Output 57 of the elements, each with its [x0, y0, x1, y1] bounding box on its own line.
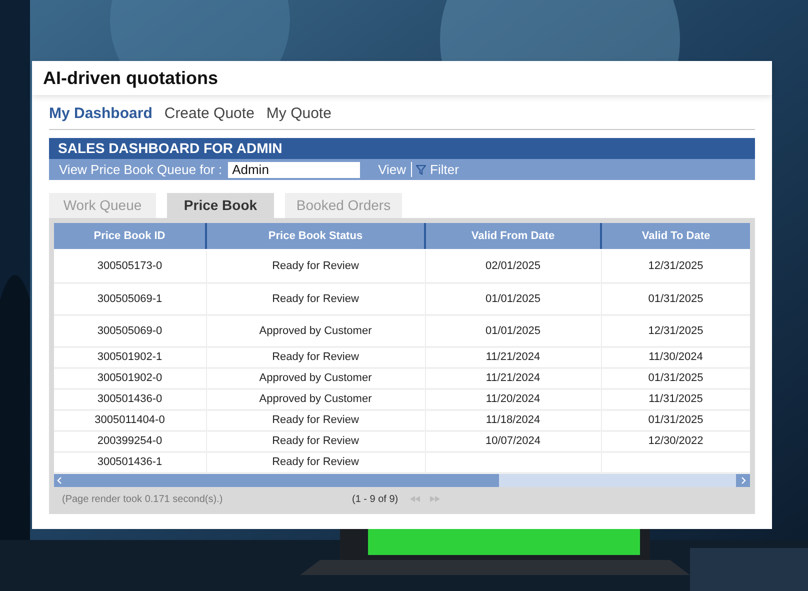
scroll-right-button[interactable] — [736, 474, 750, 487]
table-cell: 10/07/2024 — [425, 431, 601, 452]
table-cell: 300501436-1 — [54, 452, 206, 473]
nav-tab[interactable]: Create Quote — [164, 102, 254, 125]
table-cell: 11/30/2024 — [601, 347, 750, 368]
table-cell: 3005011404-0 — [54, 410, 206, 431]
table-cell: Ready for Review — [206, 431, 425, 452]
nav-tab[interactable]: My Dashboard — [49, 102, 152, 125]
table-cell: 11/21/2024 — [425, 347, 601, 368]
table-cell: 01/31/2025 — [601, 283, 750, 315]
table-cell: 01/31/2025 — [601, 368, 750, 389]
table-cell: 300505173-0 — [54, 251, 206, 283]
table-cell: 12/30/2022 — [601, 431, 750, 452]
nav-tab[interactable]: My Quote — [266, 102, 332, 125]
queue-label: View Price Book Queue for : — [59, 160, 222, 179]
column-header: Valid From Date — [425, 223, 601, 249]
table-cell: 300501902-1 — [54, 347, 206, 368]
page-info-text: (1 - 9 of 9) — [352, 492, 398, 506]
chevron-left-icon — [57, 477, 62, 484]
column-header: Valid To Date — [601, 223, 750, 249]
page-title: AI-driven quotations — [43, 66, 218, 90]
chevron-right-icon — [740, 477, 746, 484]
double-right-arrow-icon — [430, 496, 440, 502]
table-cell: Ready for Review — [206, 283, 425, 315]
table-cell: 01/01/2025 — [425, 283, 601, 315]
last-page-button[interactable] — [430, 496, 440, 502]
table-cell: 300505069-0 — [54, 315, 206, 347]
table-cell: 300501902-0 — [54, 368, 206, 389]
table-cell: 12/31/2025 — [601, 315, 750, 347]
table-cell: 11/21/2024 — [425, 368, 601, 389]
table-cell: Approved by Customer — [206, 368, 425, 389]
table-cell: Ready for Review — [206, 410, 425, 431]
dashboard-heading: SALES DASHBOARD FOR ADMIN — [58, 139, 282, 158]
filter-icon — [416, 164, 426, 174]
table-cell: 200399254-0 — [54, 431, 206, 452]
table-cell: Approved by Customer — [206, 389, 425, 410]
double-left-arrow-icon — [410, 496, 420, 502]
table-cell: 01/31/2025 — [601, 410, 750, 431]
table-cell: 300505069-1 — [54, 283, 206, 315]
table-cell: Approved by Customer — [206, 315, 425, 347]
table-cell: 11/20/2024 — [425, 389, 601, 410]
first-page-button[interactable] — [410, 496, 420, 502]
tab[interactable]: Price Book — [167, 193, 274, 218]
table-cell: Ready for Review — [206, 347, 425, 368]
scrollbar-thumb[interactable] — [54, 474, 499, 487]
table-cell: 12/31/2025 — [601, 251, 750, 283]
table-cell: 300501436-0 — [54, 389, 206, 410]
table-cell: 01/01/2025 — [425, 315, 601, 347]
table-cell: Ready for Review — [206, 452, 425, 473]
table-cell: 11/31/2025 — [601, 389, 750, 410]
queue-input-field[interactable]: Admin — [228, 162, 360, 178]
table-cell: 11/18/2024 — [425, 410, 601, 431]
column-header: Price Book ID — [54, 223, 206, 249]
table-cell: Ready for Review — [206, 251, 425, 283]
render-time-text: (Page render took 0.171 second(s).) — [62, 492, 224, 506]
table-cell: 02/01/2025 — [425, 251, 601, 283]
column-header: Price Book Status — [206, 223, 425, 249]
